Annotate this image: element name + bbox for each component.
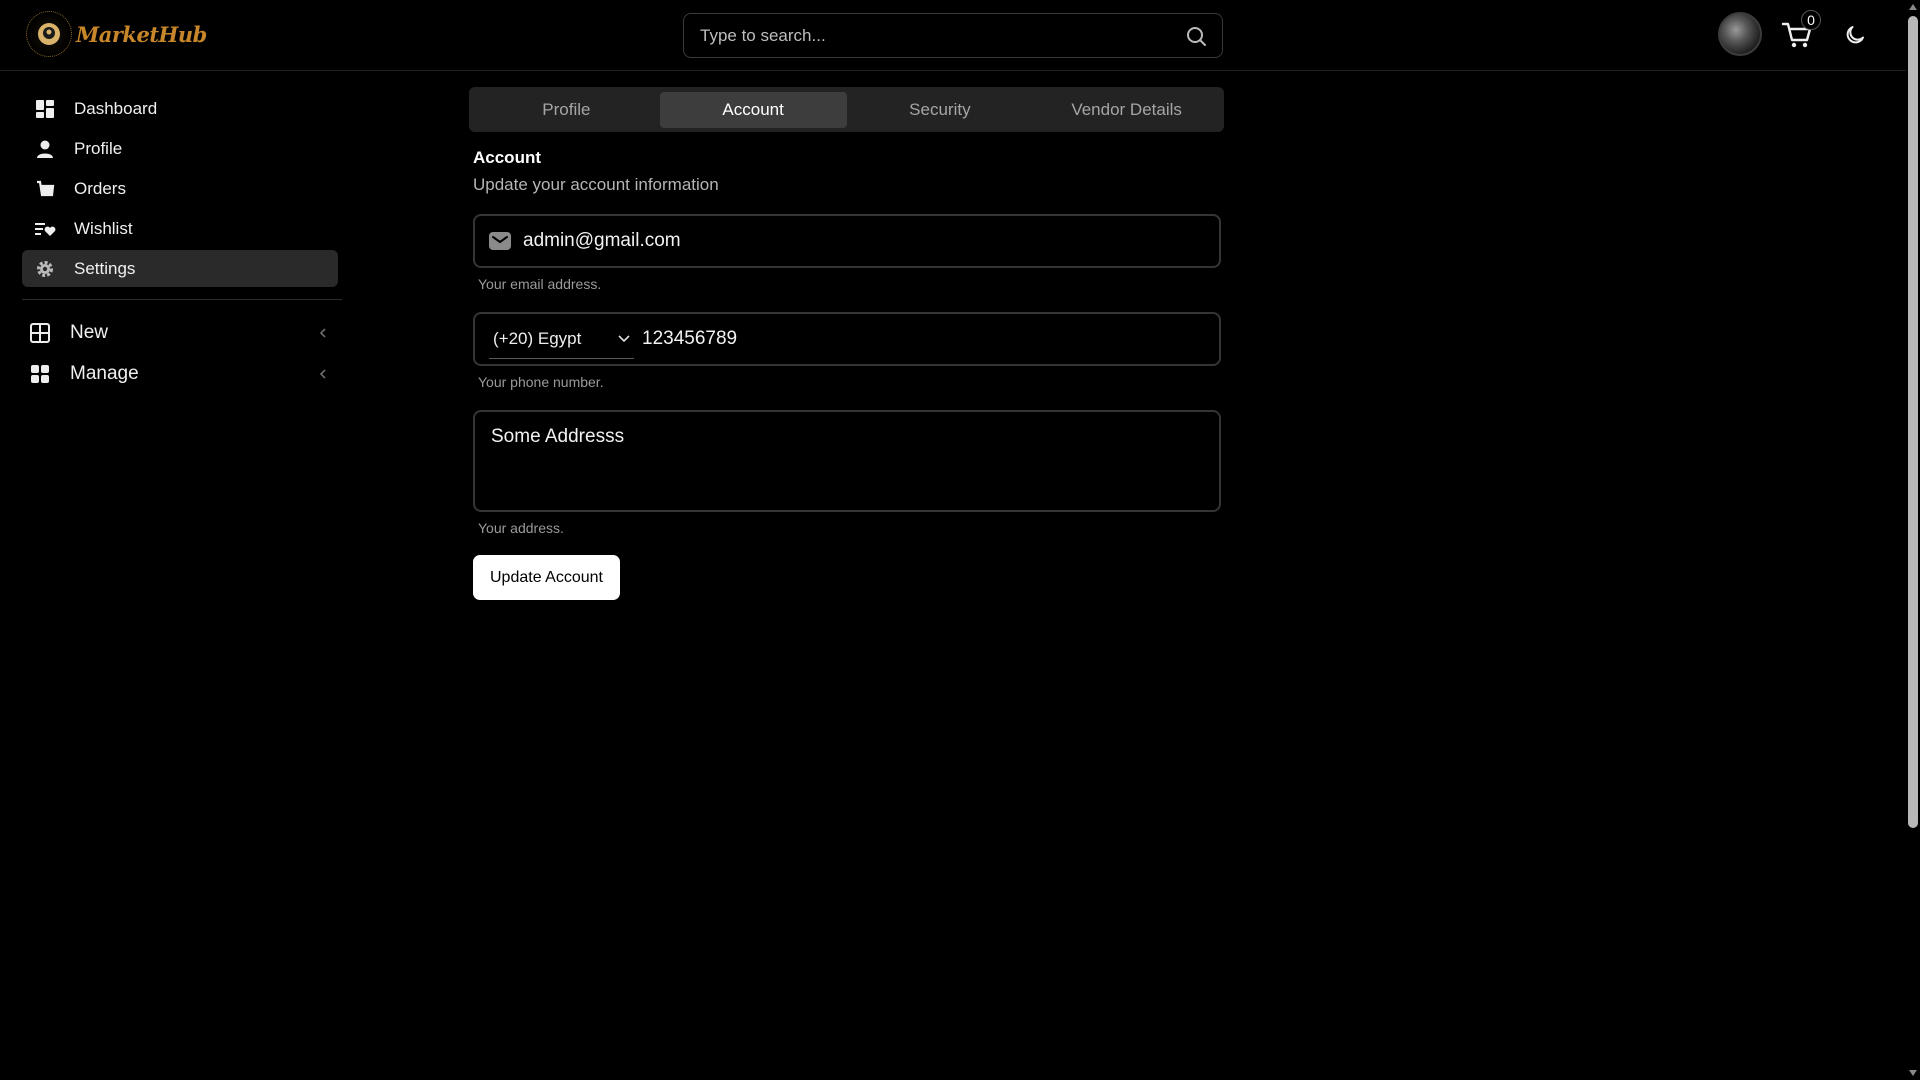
sidebar-item-profile[interactable]: Profile xyxy=(22,130,338,167)
sidebar-item-label: Wishlist xyxy=(74,218,133,238)
sidebar-item-wishlist[interactable]: Wishlist xyxy=(22,210,338,247)
search-input[interactable] xyxy=(698,24,1184,47)
phone-hint: Your phone number. xyxy=(478,374,604,390)
country-code-value: (+20) Egypt xyxy=(493,328,582,348)
sidebar-group-manage[interactable]: Manage xyxy=(22,355,338,393)
tab-account[interactable]: Account xyxy=(659,91,847,128)
wishlist-icon xyxy=(34,218,56,240)
orders-icon xyxy=(34,178,56,200)
logo-badge-icon xyxy=(26,11,72,57)
sidebar-item-label: Orders xyxy=(74,178,126,198)
email-input[interactable] xyxy=(521,229,1205,253)
settings-tabs: Profile Account Security Vendor Details xyxy=(469,87,1224,132)
sidebar-item-orders[interactable]: Orders xyxy=(22,170,338,207)
search-bar[interactable] xyxy=(683,13,1223,58)
scroll-down-icon[interactable] xyxy=(1909,1070,1917,1076)
mail-icon xyxy=(489,232,511,250)
sidebar-item-label: Profile xyxy=(74,138,123,158)
brand-logo[interactable]: MarketHub xyxy=(26,11,207,57)
user-icon xyxy=(34,138,56,160)
phone-input[interactable] xyxy=(640,327,1205,351)
search-icon[interactable] xyxy=(1184,24,1208,48)
tab-profile[interactable]: Profile xyxy=(473,92,660,128)
dashboard-icon xyxy=(34,98,56,120)
sidebar-item-label: Settings xyxy=(74,258,136,278)
chevron-left-icon[interactable] xyxy=(318,327,328,339)
top-header: MarketHub 0 xyxy=(0,0,1906,71)
form-title: Account xyxy=(473,148,541,167)
chevron-down-icon xyxy=(618,334,630,342)
user-avatar[interactable] xyxy=(1718,12,1762,56)
chevron-left-icon[interactable] xyxy=(318,368,328,380)
email-field[interactable] xyxy=(473,214,1221,268)
sidebar-divider xyxy=(22,299,342,300)
sidebar-group-new[interactable]: New xyxy=(22,314,338,352)
sidebar-item-dashboard[interactable]: Dashboard xyxy=(22,90,338,127)
cart-count-badge: 0 xyxy=(1801,10,1821,30)
form-subtitle: Update your account information xyxy=(473,175,719,194)
address-textarea[interactable]: Some Addresss xyxy=(489,424,1205,500)
address-field[interactable]: Some Addresss xyxy=(473,410,1221,512)
sidebar-group-label: Manage xyxy=(70,363,139,384)
scroll-up-icon[interactable] xyxy=(1909,4,1917,10)
address-hint: Your address. xyxy=(478,520,564,536)
account-form: Account Update your account information … xyxy=(473,148,1221,600)
update-account-button[interactable]: Update Account xyxy=(473,555,620,600)
scroll-thumb[interactable] xyxy=(1908,16,1918,828)
gear-icon xyxy=(34,258,56,280)
email-hint: Your email address. xyxy=(478,276,602,292)
brand-name: MarketHub xyxy=(76,21,207,47)
page-scrollbar[interactable] xyxy=(1906,0,1920,1080)
grid-icon xyxy=(28,362,52,386)
sidebar-item-label: Dashboard xyxy=(74,98,158,118)
phone-field[interactable]: (+20) Egypt xyxy=(473,312,1221,366)
tab-vendor-details[interactable]: Vendor Details xyxy=(1033,92,1220,128)
sidebar: Dashboard Profile Orders Wishlist Settin… xyxy=(22,90,342,396)
country-code-select[interactable]: (+20) Egypt xyxy=(489,319,634,359)
sidebar-group-label: New xyxy=(70,322,109,343)
tab-security[interactable]: Security xyxy=(847,92,1034,128)
moon-icon[interactable] xyxy=(1843,23,1867,47)
sidebar-item-settings[interactable]: Settings xyxy=(22,250,338,287)
grid-plus-icon xyxy=(28,321,52,345)
